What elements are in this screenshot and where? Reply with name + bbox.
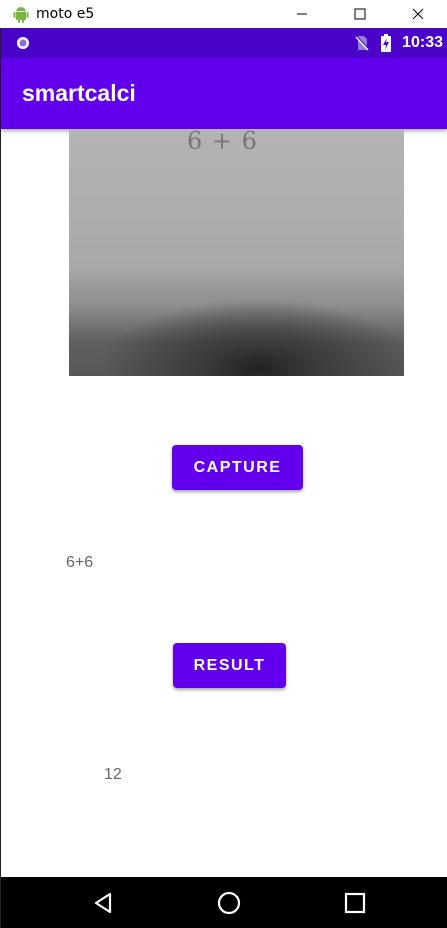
- battery-charging-icon: [381, 34, 392, 52]
- close-icon: [412, 8, 424, 20]
- window-title-bar: moto e5: [0, 0, 447, 28]
- maximize-button[interactable]: [331, 0, 389, 28]
- result-button[interactable]: RESULT: [173, 643, 286, 688]
- window-title: moto e5: [36, 6, 95, 22]
- close-button[interactable]: [389, 0, 447, 28]
- home-icon[interactable]: [216, 890, 242, 916]
- maximize-icon: [354, 8, 366, 20]
- app-bar: smartcalci: [1, 58, 447, 129]
- result-value: 12: [104, 766, 122, 783]
- clock: 10:33: [402, 34, 443, 51]
- status-bar: 10:33: [1, 28, 447, 58]
- recents-icon[interactable]: [342, 890, 368, 916]
- device-screen: 10:33 smartcalci 6 + 6 CAPTURE 6+6 RESUL…: [0, 28, 447, 928]
- camera-preview-image: 6 + 6: [69, 129, 404, 376]
- back-icon[interactable]: [90, 890, 116, 916]
- minimize-button[interactable]: [273, 0, 331, 28]
- no-sim-icon: [355, 35, 370, 51]
- navigation-bar: [1, 877, 447, 928]
- notification-dot-icon: [17, 37, 29, 49]
- android-icon: [13, 7, 29, 23]
- minimize-icon: [297, 13, 307, 15]
- handwritten-expression: 6 + 6: [187, 129, 258, 155]
- app-title: smartcalci: [22, 80, 136, 106]
- capture-button[interactable]: CAPTURE: [172, 445, 303, 490]
- recognized-text: 6+6: [66, 554, 94, 571]
